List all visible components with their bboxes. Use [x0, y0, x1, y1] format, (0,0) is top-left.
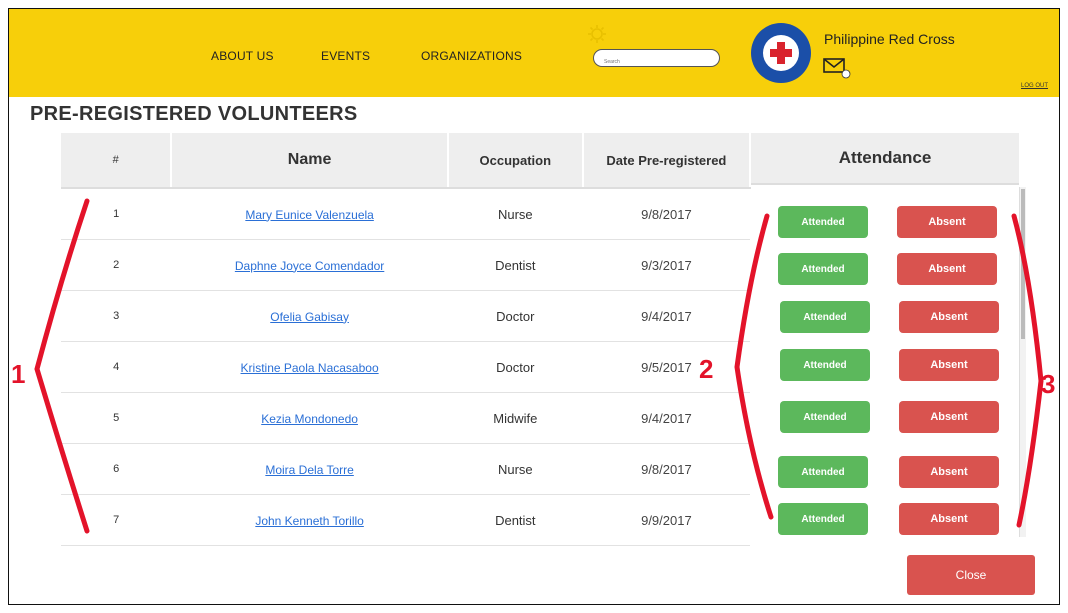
volunteer-name-link[interactable]: Kristine Paola Nacasaboo — [241, 361, 379, 375]
col-header-occupation: Occupation — [447, 133, 584, 189]
attended-button[interactable]: Attended — [780, 349, 870, 381]
col-header-name: Name — [171, 133, 449, 189]
gear-icon[interactable] — [587, 24, 607, 44]
row-occupation: Doctor — [447, 290, 583, 342]
attended-button[interactable]: Attended — [780, 401, 870, 433]
brand-name: Philippine Red Cross — [824, 31, 955, 47]
top-header: ABOUT US EVENTS ORGANIZATIONS Philippine… — [9, 9, 1059, 97]
nav-organizations[interactable]: ORGANIZATIONS — [421, 49, 522, 63]
table-header-row: # Name Occupation Date Pre-registered — [61, 133, 752, 189]
annotation-label-3: 3 — [1041, 369, 1056, 399]
row-occupation: Dentist — [447, 494, 583, 546]
annotation-label-2: 2 — [699, 354, 714, 384]
row-date: 9/8/2017 — [582, 443, 750, 495]
table-row: 3 Ofelia Gabisay Doctor 9/4/2017 — [61, 290, 750, 342]
logout-link[interactable]: LOG OUT — [1021, 83, 1048, 89]
volunteer-name-link[interactable]: Mary Eunice Valenzuela — [245, 208, 374, 222]
table-row: 4 Kristine Paola Nacasaboo Doctor 9/5/20… — [61, 341, 750, 393]
absent-button[interactable]: Absent — [897, 253, 997, 285]
row-num: 4 — [61, 341, 172, 393]
volunteer-name-link[interactable]: Kezia Mondonedo — [261, 412, 358, 426]
row-date: 9/9/2017 — [582, 494, 750, 546]
row-occupation: Doctor — [447, 341, 583, 393]
row-occupation: Dentist — [447, 239, 583, 291]
row-occupation: Nurse — [447, 188, 583, 240]
close-button[interactable]: Close — [907, 555, 1035, 595]
row-occupation: Midwife — [447, 392, 583, 444]
table-row: 1 Mary Eunice Valenzuela Nurse 9/8/2017 — [61, 188, 750, 240]
col-header-date: Date Pre-registered — [582, 133, 752, 189]
row-date: 9/5/2017 — [582, 341, 750, 393]
row-num: 6 — [61, 443, 172, 495]
annotation-label-1: 1 — [11, 359, 26, 389]
absent-button[interactable]: Absent — [899, 401, 999, 433]
absent-button[interactable]: Absent — [899, 456, 999, 488]
volunteers-panel: # Name Occupation Date Pre-registered 1 … — [61, 133, 1026, 546]
search-input[interactable] — [594, 54, 719, 70]
table-row: 7 John Kenneth Torillo Dentist 9/9/2017 — [61, 494, 750, 546]
table-row: 6 Moira Dela Torre Nurse 9/8/2017 — [61, 443, 750, 495]
search-box[interactable] — [593, 49, 720, 70]
page-title: PRE-REGISTERED VOLUNTEERS — [30, 103, 358, 125]
red-cross-logo — [751, 23, 811, 83]
volunteer-name-link[interactable]: John Kenneth Torillo — [255, 514, 364, 528]
row-date: 9/4/2017 — [582, 392, 750, 444]
row-date: 9/4/2017 — [582, 290, 750, 342]
scrollbar-thumb[interactable] — [1021, 189, 1025, 339]
row-num: 2 — [61, 239, 172, 291]
attended-button[interactable]: Attended — [778, 206, 868, 238]
col-header-num: # — [61, 133, 173, 189]
table-row: 5 Kezia Mondonedo Midwife 9/4/2017 — [61, 392, 750, 444]
nav-events[interactable]: EVENTS — [321, 49, 370, 63]
row-num: 7 — [61, 494, 172, 546]
row-date: 9/3/2017 — [582, 239, 750, 291]
attended-button[interactable]: Attended — [778, 253, 868, 285]
attended-button[interactable]: Attended — [778, 456, 868, 488]
nav-about-us[interactable]: ABOUT US — [211, 49, 274, 63]
absent-button[interactable]: Absent — [899, 349, 999, 381]
absent-button[interactable]: Absent — [899, 301, 999, 333]
attended-button[interactable]: Attended — [778, 503, 868, 535]
attended-button[interactable]: Attended — [780, 301, 870, 333]
volunteers-table: # Name Occupation Date Pre-registered 1 … — [61, 133, 752, 546]
table-scrollbar[interactable] — [1019, 187, 1026, 537]
volunteer-name-link[interactable]: Ofelia Gabisay — [270, 310, 349, 324]
row-date: 9/8/2017 — [582, 188, 750, 240]
absent-button[interactable]: Absent — [899, 503, 999, 535]
col-header-attendance: Attendance — [751, 133, 1019, 185]
mail-icon[interactable] — [823, 55, 853, 81]
volunteer-name-link[interactable]: Moira Dela Torre — [265, 463, 353, 477]
row-occupation: Nurse — [447, 443, 583, 495]
row-num: 1 — [61, 188, 172, 240]
row-num: 5 — [61, 392, 172, 444]
row-num: 3 — [61, 290, 172, 342]
table-row: 2 Daphne Joyce Comendador Dentist 9/3/20… — [61, 239, 750, 291]
volunteer-name-link[interactable]: Daphne Joyce Comendador — [235, 259, 384, 273]
absent-button[interactable]: Absent — [897, 206, 997, 238]
page-frame: ABOUT US EVENTS ORGANIZATIONS Philippine… — [8, 8, 1060, 605]
